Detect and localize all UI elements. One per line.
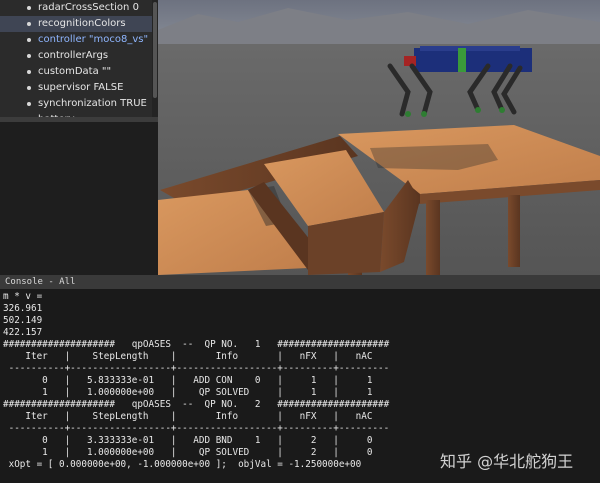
watermark: 知乎 @华北舵狗王 xyxy=(440,452,574,471)
console-line: #################### qpOASES -- QP NO. 1… xyxy=(3,339,390,350)
tree-item-controller-args[interactable]: controllerArgs xyxy=(0,48,158,64)
tree-item-supervisor[interactable]: supervisor FALSE xyxy=(0,80,158,96)
table-leg xyxy=(508,195,520,267)
console-line: 0 | 5.833333e-01 | ADD CON 0 | 1 | 1 xyxy=(3,375,373,386)
console-line: 422.157 xyxy=(3,327,43,338)
tree-item-label: controller "moco8_vs" xyxy=(38,34,149,45)
tree-bullet-icon xyxy=(27,38,31,42)
console-line: 0 | 3.333333e-01 | ADD BND 1 | 2 | 0 xyxy=(3,435,373,446)
tree-bullet-icon xyxy=(27,22,31,26)
robot-foot xyxy=(499,107,505,113)
table-leg xyxy=(426,200,440,275)
tree-item-label: synchronization TRUE xyxy=(38,98,147,109)
robot-foot xyxy=(405,111,411,117)
console-line: ----------+------------------+----------… xyxy=(3,363,390,374)
tree-item-label: customData "" xyxy=(38,66,112,77)
tree-bullet-icon xyxy=(27,54,31,58)
tree-item-label: supervisor FALSE xyxy=(38,82,124,93)
console-line: 326.961 xyxy=(3,303,43,314)
tree-item-recognition-colors[interactable]: recognitionColors xyxy=(0,16,152,32)
tree-bullet-icon xyxy=(27,86,31,90)
tree-item-controller[interactable]: controller "moco8_vs" xyxy=(0,32,158,48)
tree-bullet-icon xyxy=(27,102,31,106)
console-line: xOpt = [ 0.000000e+00, -1.000000e+00 ]; … xyxy=(3,459,362,470)
tree-item-radar-cross-section[interactable]: radarCrossSection 0 xyxy=(0,0,158,16)
console-title-bar: Console - All xyxy=(0,275,600,289)
console-line: 1 | 1.000000e+00 | QP SOLVED | 2 | 0 xyxy=(3,447,373,458)
console-line: m * v = xyxy=(3,291,43,302)
tree-item-synchronization[interactable]: synchronization TRUE xyxy=(0,96,158,112)
tree-bullet-icon xyxy=(27,6,31,10)
tree-scrollbar-thumb[interactable] xyxy=(153,2,157,98)
tree-item-custom-data[interactable]: customData "" xyxy=(0,64,158,80)
tree-item-label: controllerArgs xyxy=(38,50,109,61)
tree-item-label: radarCrossSection 0 xyxy=(38,2,139,13)
console-line: Iter | StepLength | Info | nFX | nAC xyxy=(3,411,373,422)
robot-body xyxy=(414,48,532,72)
scene-tree-panel: radarCrossSection 0 recognitionColors co… xyxy=(0,0,158,122)
3d-viewport[interactable] xyxy=(158,0,600,275)
viewport-scene xyxy=(158,0,600,275)
tree-bullet-icon xyxy=(27,70,31,74)
robot-accent xyxy=(458,48,466,72)
console-title: Console - All xyxy=(5,277,76,287)
robot-foot xyxy=(421,111,427,117)
console-line: Iter | StepLength | Info | nFX | nAC xyxy=(3,351,373,362)
console-line: #################### qpOASES -- QP NO. 2… xyxy=(3,399,390,410)
tree-item-label: recognitionColors xyxy=(38,18,126,29)
tree-panel-divider xyxy=(0,117,158,122)
robot-foot xyxy=(475,107,481,113)
console-line: 1 | 1.000000e+00 | QP SOLVED | 1 | 1 xyxy=(3,387,373,398)
robot-body-top xyxy=(420,46,520,51)
console-line: 502.149 xyxy=(3,315,43,326)
console-line: ----------+------------------+----------… xyxy=(3,423,390,434)
